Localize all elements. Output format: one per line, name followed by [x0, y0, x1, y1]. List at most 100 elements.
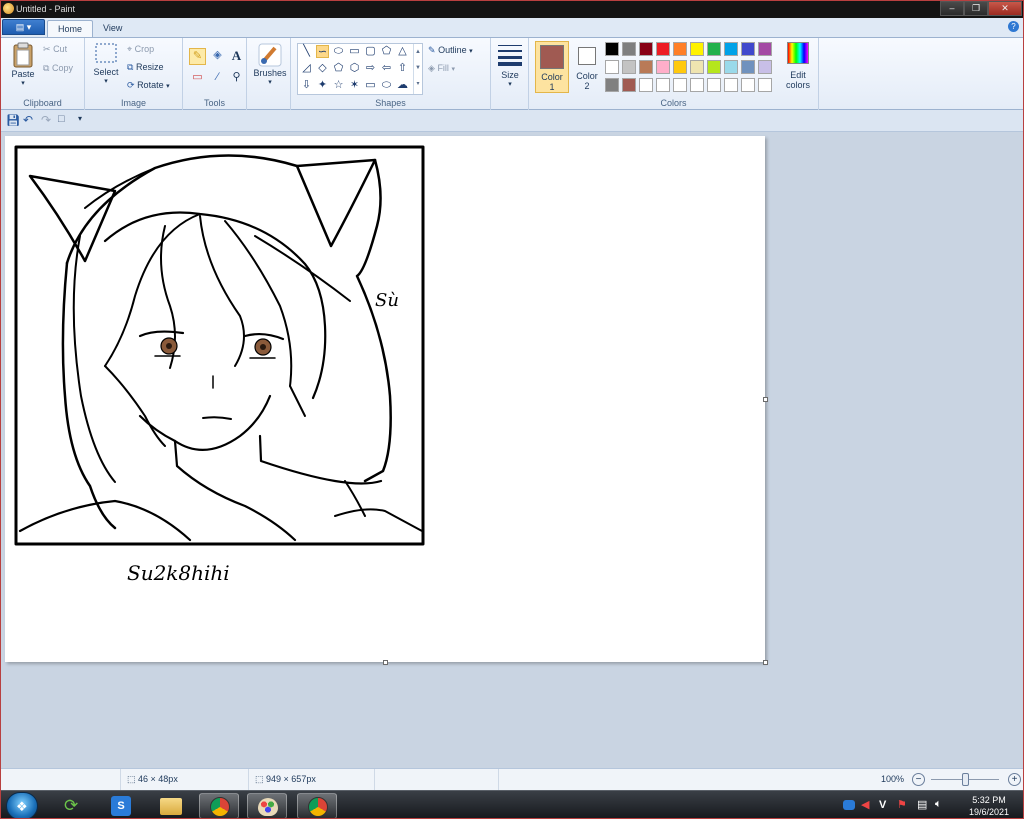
rounded-rectangle-shape-icon[interactable]: ▢: [364, 45, 377, 58]
taskbar-paint[interactable]: [247, 793, 287, 818]
palette-swatch[interactable]: [673, 42, 687, 56]
resize-handle-bottom[interactable]: [383, 660, 388, 665]
taskbar-app-2[interactable]: S: [101, 793, 141, 818]
palette-swatch[interactable]: [724, 78, 738, 92]
palette-swatch[interactable]: [673, 78, 687, 92]
tab-home[interactable]: Home: [47, 20, 94, 37]
palette-swatch[interactable]: [605, 42, 619, 56]
crop-button[interactable]: ⌖ Crop: [127, 44, 154, 55]
line-shape-icon[interactable]: ╲: [300, 45, 313, 58]
rounded-callout-shape-icon[interactable]: ▭: [364, 79, 377, 92]
taskbar-chrome-2[interactable]: [297, 793, 337, 818]
triangle-shape-icon[interactable]: △: [396, 45, 409, 58]
resize-handle-corner[interactable]: [763, 660, 768, 665]
pentagon-shape-icon[interactable]: ⬠: [332, 62, 345, 75]
left-arrow-shape-icon[interactable]: ⇦: [380, 62, 393, 75]
hexagon-shape-icon[interactable]: ⬡: [348, 62, 361, 75]
palette-swatch[interactable]: [690, 42, 704, 56]
palette-swatch[interactable]: [673, 60, 687, 74]
save-icon[interactable]: 💾︎: [6, 114, 20, 127]
palette-swatch[interactable]: [605, 78, 619, 92]
curve-shape-icon[interactable]: ∽: [316, 45, 329, 58]
paint-menu-button[interactable]: ▤ ▾: [2, 19, 45, 35]
palette-swatch[interactable]: [758, 78, 772, 92]
right-arrow-shape-icon[interactable]: ⇨: [364, 62, 377, 75]
palette-swatch[interactable]: [707, 78, 721, 92]
down-arrow-shape-icon[interactable]: ⇩: [300, 79, 313, 92]
right-triangle-shape-icon[interactable]: ◿: [300, 62, 313, 75]
palette-swatch[interactable]: [690, 78, 704, 92]
palette-swatch[interactable]: [741, 60, 755, 74]
color2-button[interactable]: Color 2: [572, 41, 602, 93]
zoom-slider-thumb[interactable]: [962, 773, 969, 786]
taskbar-chrome-1[interactable]: [199, 793, 239, 818]
minimize-button[interactable]: –: [940, 1, 964, 16]
restore-button[interactable]: ❐: [964, 1, 988, 16]
new-file-icon[interactable]: □: [58, 113, 65, 125]
taskbar-app-1[interactable]: ⟳: [53, 793, 93, 818]
shapes-scroll[interactable]: ▲ ▼ ▾: [413, 44, 422, 94]
resize-handle-right[interactable]: [763, 397, 768, 402]
taskbar-explorer[interactable]: [151, 793, 191, 818]
copy-button[interactable]: ⧉ Copy: [43, 63, 73, 74]
fill-tool[interactable]: ◈: [209, 48, 226, 65]
palette-swatch[interactable]: [639, 78, 653, 92]
undo-icon[interactable]: ↶: [23, 113, 33, 127]
zalo-tray-icon[interactable]: [843, 800, 855, 810]
palette-swatch[interactable]: [724, 60, 738, 74]
five-point-star-shape-icon[interactable]: ☆: [332, 79, 345, 92]
up-arrow-shape-icon[interactable]: ⇧: [396, 62, 409, 75]
rectangle-shape-icon[interactable]: ▭: [348, 45, 361, 58]
zoom-out-button[interactable]: −: [912, 773, 925, 786]
cut-button[interactable]: ✂ Cut: [43, 44, 67, 55]
six-point-star-shape-icon[interactable]: ✶: [348, 79, 361, 92]
color-picker-tool[interactable]: ∕: [209, 70, 226, 87]
palette-swatch[interactable]: [758, 42, 772, 56]
tab-view[interactable]: View: [93, 20, 132, 37]
palette-swatch[interactable]: [707, 60, 721, 74]
palette-swatch[interactable]: [656, 60, 670, 74]
diamond-shape-icon[interactable]: ◇: [316, 62, 329, 75]
outline-button[interactable]: ✎ Outline ▾: [428, 45, 473, 56]
network-icon[interactable]: ▤: [917, 798, 927, 811]
palette-swatch[interactable]: [724, 42, 738, 56]
magnifier-tool[interactable]: ⚲: [228, 70, 245, 87]
brushes-button[interactable]: Brushes ▾: [252, 42, 288, 86]
volume-icon[interactable]: 🔈︎: [935, 798, 942, 811]
palette-swatch[interactable]: [639, 42, 653, 56]
paste-button[interactable]: Paste ▾: [9, 42, 37, 87]
close-button[interactable]: ✕: [988, 1, 1022, 16]
edit-colors-button[interactable]: Edit colors: [781, 42, 815, 90]
flag-tray-icon[interactable]: ◀: [861, 798, 869, 811]
palette-swatch[interactable]: [639, 60, 653, 74]
palette-swatch[interactable]: [622, 60, 636, 74]
zoom-in-button[interactable]: +: [1008, 773, 1021, 786]
palette-swatch[interactable]: [758, 60, 772, 74]
resize-button[interactable]: ⧉ Resize: [127, 62, 163, 73]
action-center-icon[interactable]: ⚑: [897, 798, 907, 811]
rotate-button[interactable]: ⟳ Rotate ▾: [127, 80, 170, 91]
oval-shape-icon[interactable]: ⬭: [332, 45, 345, 58]
language-indicator[interactable]: V: [879, 799, 886, 811]
palette-swatch[interactable]: [707, 42, 721, 56]
four-point-star-shape-icon[interactable]: ✦: [316, 79, 329, 92]
text-tool[interactable]: A: [228, 48, 245, 65]
palette-swatch[interactable]: [690, 60, 704, 74]
cloud-callout-shape-icon[interactable]: ☁: [396, 79, 409, 92]
fill-button[interactable]: ◈ Fill ▾: [428, 63, 455, 74]
eraser-tool[interactable]: ▭: [189, 70, 206, 87]
start-button[interactable]: ❖: [6, 792, 38, 818]
palette-swatch[interactable]: [605, 60, 619, 74]
customize-toolbar-icon[interactable]: ▾: [78, 114, 82, 123]
clock[interactable]: 5:32 PM 19/6/2021: [969, 794, 1009, 818]
oval-callout-shape-icon[interactable]: ⬭: [380, 79, 393, 92]
palette-swatch[interactable]: [741, 42, 755, 56]
select-button[interactable]: Select ▾: [91, 42, 121, 85]
palette-swatch[interactable]: [656, 42, 670, 56]
palette-swatch[interactable]: [622, 78, 636, 92]
drawing-canvas[interactable]: Sù Su2k8hihi: [5, 136, 768, 665]
palette-swatch[interactable]: [741, 78, 755, 92]
pencil-tool[interactable]: ✎: [189, 48, 206, 65]
polygon-shape-icon[interactable]: ⬠: [380, 45, 393, 58]
palette-swatch[interactable]: [622, 42, 636, 56]
